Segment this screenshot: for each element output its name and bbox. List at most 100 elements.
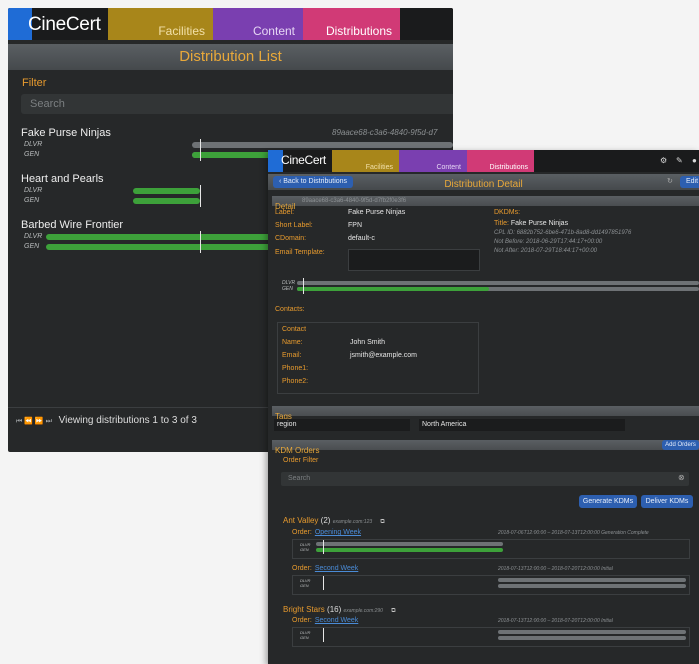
email-template-key: Email Template: (275, 249, 325, 256)
dlvr-bar (498, 630, 686, 634)
today-marker (303, 278, 304, 294)
gen-label: GEN (24, 197, 40, 204)
order-row[interactable]: Order: Second Week (292, 617, 358, 624)
today-marker (200, 185, 201, 207)
gen-bar (498, 636, 686, 640)
pagination: ⏮ ⏪ ⏩ ⏭ Viewing distributions 1 to 3 of … (16, 415, 197, 426)
order-row[interactable]: Order: Second Week (292, 565, 358, 572)
order-filter-label: Order Filter (283, 457, 319, 464)
today-marker (323, 540, 324, 554)
gen-bar (133, 198, 200, 204)
today-marker (200, 139, 201, 161)
app-header: CineCert Facilities Content Distribution… (8, 8, 453, 40)
contact-name-key: Name: (282, 339, 303, 346)
short-label-key: Short Label: (275, 222, 313, 229)
contacts-label: Contacts: (275, 306, 305, 313)
gen-label: GEN (282, 286, 293, 292)
dlvr-label: DLVR (24, 233, 43, 240)
page-title: Distribution Detail (444, 179, 523, 190)
gen-label: GEN (300, 583, 309, 588)
gen-label: GEN (300, 635, 309, 640)
search-input[interactable]: Search (21, 94, 453, 114)
gen-bar (498, 584, 686, 588)
contact-title: Contact (282, 326, 307, 333)
settings-icon[interactable]: ⚙ (660, 156, 667, 165)
contact-email-key: Email: (282, 352, 302, 359)
contact-phone2-key: Phone2: (282, 378, 309, 385)
tools-icon[interactable]: ✎ (676, 156, 683, 165)
today-marker (323, 576, 324, 590)
dlvr-bar (498, 578, 686, 582)
app-header: CineCert Facilities Content Distribution… (268, 150, 699, 172)
deliver-kdms-button[interactable]: Deliver KDMs (641, 495, 693, 508)
nav-content[interactable]: Content (399, 150, 467, 172)
back-to-distributions-button[interactable]: ‹ Back to Distributions (273, 176, 353, 188)
order-row[interactable]: Order: Opening Week (292, 529, 361, 536)
pager-status: Viewing distributions 1 to 3 of 3 (58, 415, 197, 426)
cdomain-value: default-c (348, 235, 375, 242)
dkdm-title: Title: Fake Purse Ninjas (494, 220, 569, 227)
email-template-field[interactable] (348, 249, 480, 271)
kdm-orders-section-header: KDM Orders (272, 440, 699, 455)
app-logo: CineCert (281, 153, 326, 167)
dlvr-bar (192, 142, 453, 148)
nav-facilities[interactable]: Facilities (332, 150, 399, 172)
generate-kdms-button[interactable]: Generate KDMs (579, 495, 637, 508)
pager-arrows-icon[interactable]: ⏮ ⏪ ⏩ ⏭ (16, 418, 52, 425)
order-dates: 2018-07-06T12:00:00 – 2018-07-13T12:00:0… (498, 530, 649, 536)
nav-distributions[interactable]: Distributions (303, 8, 400, 40)
detail-uuid: 89aace68-c3a6-4840-9f5d-d7fb2f0e3f6 (302, 198, 407, 204)
order-link[interactable]: Second Week (315, 617, 358, 624)
tag-key: region (274, 419, 410, 431)
add-orders-button[interactable]: Add Orders (662, 440, 699, 450)
gen-bar-fill (297, 287, 489, 291)
nav-distributions[interactable]: Distributions (467, 150, 534, 172)
short-label-value: FPN (348, 222, 362, 229)
not-before: Not Before: 2018-06-29T17:44:17+00:00 (494, 239, 603, 245)
distribution-name[interactable]: Heart and Pearls (21, 173, 104, 185)
clear-search-icon[interactable]: ⊗ (678, 473, 685, 482)
order-link[interactable]: Second Week (315, 565, 358, 572)
dlvr-bar (316, 542, 503, 546)
nav-content[interactable]: Content (213, 8, 303, 40)
app-logo: CineCert (28, 14, 101, 35)
contact-name-value: John Smith (350, 339, 386, 346)
refresh-icon[interactable]: ↻ (667, 177, 673, 185)
page-title: Distribution List (179, 48, 282, 65)
distribution-name[interactable]: Fake Purse Ninjas (21, 127, 111, 139)
tag-value: North America (419, 419, 625, 431)
gen-label: GEN (24, 151, 40, 158)
today-marker (323, 628, 324, 642)
order-dates: 2018-07-13T12:00:00 – 2018-07-20T12:00:0… (498, 618, 613, 624)
label-value: Fake Purse Ninjas (348, 209, 406, 216)
order-search-input[interactable]: Search (281, 472, 689, 486)
page-title-bar: Distribution List (8, 44, 453, 70)
facility-header[interactable]: Ant Valley (2) example.com:123 ⧉ (283, 516, 385, 526)
gen-label: GEN (300, 547, 309, 552)
external-link-icon: ⧉ (380, 519, 385, 525)
distribution-detail-window: CineCert Facilities Content Distribution… (268, 150, 699, 664)
edit-button[interactable]: Edit (680, 176, 699, 188)
cdomain-key: CDomain: (275, 235, 307, 242)
dlvr-label: DLVR (24, 141, 43, 148)
dkdms-key: DKDMs: (494, 209, 521, 216)
gen-label: GEN (24, 243, 40, 250)
user-icon[interactable]: ● (692, 156, 697, 165)
tags-section-header: Tags (272, 406, 699, 421)
today-marker (200, 231, 201, 253)
facility-header[interactable]: Bright Stars (16) example.com:290 ⧉ (283, 605, 396, 615)
external-link-icon: ⧉ (391, 608, 396, 614)
cpl-id: CPL ID: 6882b752-6be6-471b-8ad8-dd149785… (494, 230, 632, 236)
distribution-uuid: 89aace68-c3a6-4840-9f5d-d7 (332, 128, 438, 137)
label-key: Label: (275, 209, 295, 216)
dlvr-bar (297, 281, 699, 285)
nav-facilities[interactable]: Facilities (108, 8, 213, 40)
detail-section-header: Detail 89aace68-c3a6-4840-9f5d-d7fb2f0e3… (272, 196, 699, 211)
not-after: Not After: 2018-07-29T18:44:17+00:00 (494, 248, 598, 254)
order-link[interactable]: Opening Week (315, 529, 361, 536)
distribution-name[interactable]: Barbed Wire Frontier (21, 219, 123, 231)
order-dates: 2018-07-13T12:00:00 – 2018-07-20T12:00:0… (498, 566, 613, 572)
dlvr-bar (133, 188, 200, 194)
gen-bar (316, 548, 503, 552)
dlvr-label: DLVR (24, 187, 43, 194)
